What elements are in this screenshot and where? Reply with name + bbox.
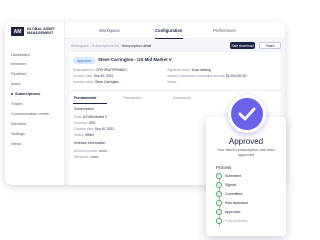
process-step-risk-assessed: ✓ Risk assessed bbox=[216, 199, 249, 206]
sidebar-item-label: Activities bbox=[11, 121, 26, 126]
sidebar-item-investors[interactable]: Investors bbox=[5, 60, 65, 67]
sidebar-item-asset[interactable]: Asset bbox=[5, 80, 65, 87]
sidebar-item-communication-centre[interactable]: Communication centre bbox=[5, 110, 65, 117]
download-button[interactable]: Sale download bbox=[230, 42, 255, 49]
process-step-fully-invested: Fully invested bbox=[216, 217, 247, 224]
creation-date-field: Creation date: Sep 30, 2023 bbox=[73, 74, 113, 78]
status-field: Status: bbox=[167, 80, 177, 84]
tab-documents[interactable]: Documents bbox=[173, 96, 191, 100]
breadcrumb-workspace[interactable]: Workspace bbox=[71, 44, 89, 48]
breadcrumb-subscriptions-list[interactable]: Subscriptions list bbox=[92, 44, 119, 48]
approval-description: Your client's subscription has been appr… bbox=[216, 148, 276, 157]
detail-creation-date-field: Creation date: Sep 30, 2023 bbox=[74, 127, 114, 131]
sidebar-item-views[interactable]: Views bbox=[5, 140, 65, 147]
breadcrumb: Workspace / Subscriptions list / Subscri… bbox=[71, 44, 151, 48]
sidebar-item-settings[interactable]: Settings bbox=[5, 130, 65, 137]
company-name: GLOBAL ASSET MANAGEMENT bbox=[27, 27, 55, 36]
check-icon: ✓ bbox=[216, 208, 222, 215]
process-step-committed: ✓ Committed bbox=[216, 190, 243, 197]
sidebar-item-label: Settings bbox=[11, 131, 25, 136]
subscription-title: Steve Carrington - US Mid Market V bbox=[98, 57, 172, 62]
breadcrumb-current: Subscription detail bbox=[121, 44, 152, 48]
active-dot-icon bbox=[11, 92, 13, 95]
sidebar-item-pipelines[interactable]: Pipelines bbox=[5, 70, 65, 77]
sidebar: AM GLOBAL ASSET MANAGEMENT Dashboard Inv… bbox=[5, 22, 65, 185]
approved-check-icon bbox=[228, 95, 266, 133]
tab-fundamental[interactable]: Fundamental bbox=[74, 96, 96, 100]
subscription-id-field: Subscription ID: ZFEH934FFP9048VC bbox=[73, 68, 128, 72]
tab-configuration[interactable]: Configuration bbox=[155, 28, 182, 33]
subscription-summary-card: Approved Steve Carrington - US Mid Marke… bbox=[69, 52, 281, 89]
telephone-field: Telephone: ••••••• bbox=[74, 155, 99, 159]
tab-workspace[interactable]: Workspace bbox=[99, 28, 120, 33]
checkmark-icon bbox=[238, 107, 256, 121]
approval-card: Approved Your client's subscription has … bbox=[206, 117, 286, 236]
detail-status-field: Status: Offline bbox=[74, 133, 94, 137]
sidebar-item-label: Asset bbox=[11, 81, 21, 86]
company-logo: AM bbox=[11, 27, 24, 36]
sidebar-item-label: Investors bbox=[11, 61, 27, 66]
brand: AM GLOBAL ASSET MANAGEMENT bbox=[5, 22, 64, 42]
sidebar-item-dashboard[interactable]: Dashboard bbox=[5, 51, 65, 58]
check-icon: ✓ bbox=[216, 199, 222, 206]
sidebar-item-label: Communication centre bbox=[11, 111, 49, 116]
status-badge: Approved bbox=[73, 57, 95, 64]
sidebar-item-label: Pipelines bbox=[11, 71, 27, 76]
account-number-field: Account number: ••••••• bbox=[74, 149, 107, 153]
sidebar-item-activities[interactable]: Activities bbox=[5, 120, 65, 127]
currency-field: Currency: USD bbox=[74, 121, 96, 125]
check-icon: ✓ bbox=[216, 190, 222, 197]
detail-tab-underline bbox=[73, 103, 107, 104]
transaction-amount-field: Investor subscription transaction amount… bbox=[167, 74, 247, 78]
process-step-signed: ✓ Signed bbox=[216, 181, 237, 188]
sidebar-item-trades[interactable]: Trades bbox=[5, 100, 65, 107]
tab-preferences[interactable]: Preferences bbox=[213, 28, 236, 33]
sidebar-item-subscriptions[interactable]: Subscriptions bbox=[5, 90, 65, 97]
tab-transaction[interactable]: Transaction bbox=[123, 96, 142, 100]
process-step-approved: ✓ Approved bbox=[216, 208, 241, 215]
check-icon: ✓ bbox=[216, 181, 222, 188]
process-title: Process bbox=[216, 165, 232, 170]
sidebar-item-label: Dashboard bbox=[11, 52, 30, 57]
approval-title: Approved bbox=[228, 137, 264, 146]
pending-dot-icon bbox=[216, 217, 222, 224]
fund-field: Fund: US Mid Market V bbox=[74, 115, 108, 119]
top-nav: Workspace Configuration Preferences bbox=[65, 22, 285, 39]
subscription-section-title: Subscription bbox=[74, 107, 94, 111]
sidebar-item-label: Subscriptions bbox=[15, 91, 41, 96]
share-button[interactable]: Share bbox=[259, 42, 281, 49]
signature-status-field: Signature status: Docs missing bbox=[167, 68, 211, 72]
investor-name-field: Investor name: Steve Carrington bbox=[73, 80, 119, 84]
sidebar-item-label: Views bbox=[11, 141, 22, 146]
sidebar-item-label: Trades bbox=[11, 101, 23, 106]
investor-section-title: Investor information bbox=[74, 141, 106, 145]
process-step-submitted: ✓ Submitted bbox=[216, 172, 242, 179]
check-icon: ✓ bbox=[216, 172, 222, 179]
